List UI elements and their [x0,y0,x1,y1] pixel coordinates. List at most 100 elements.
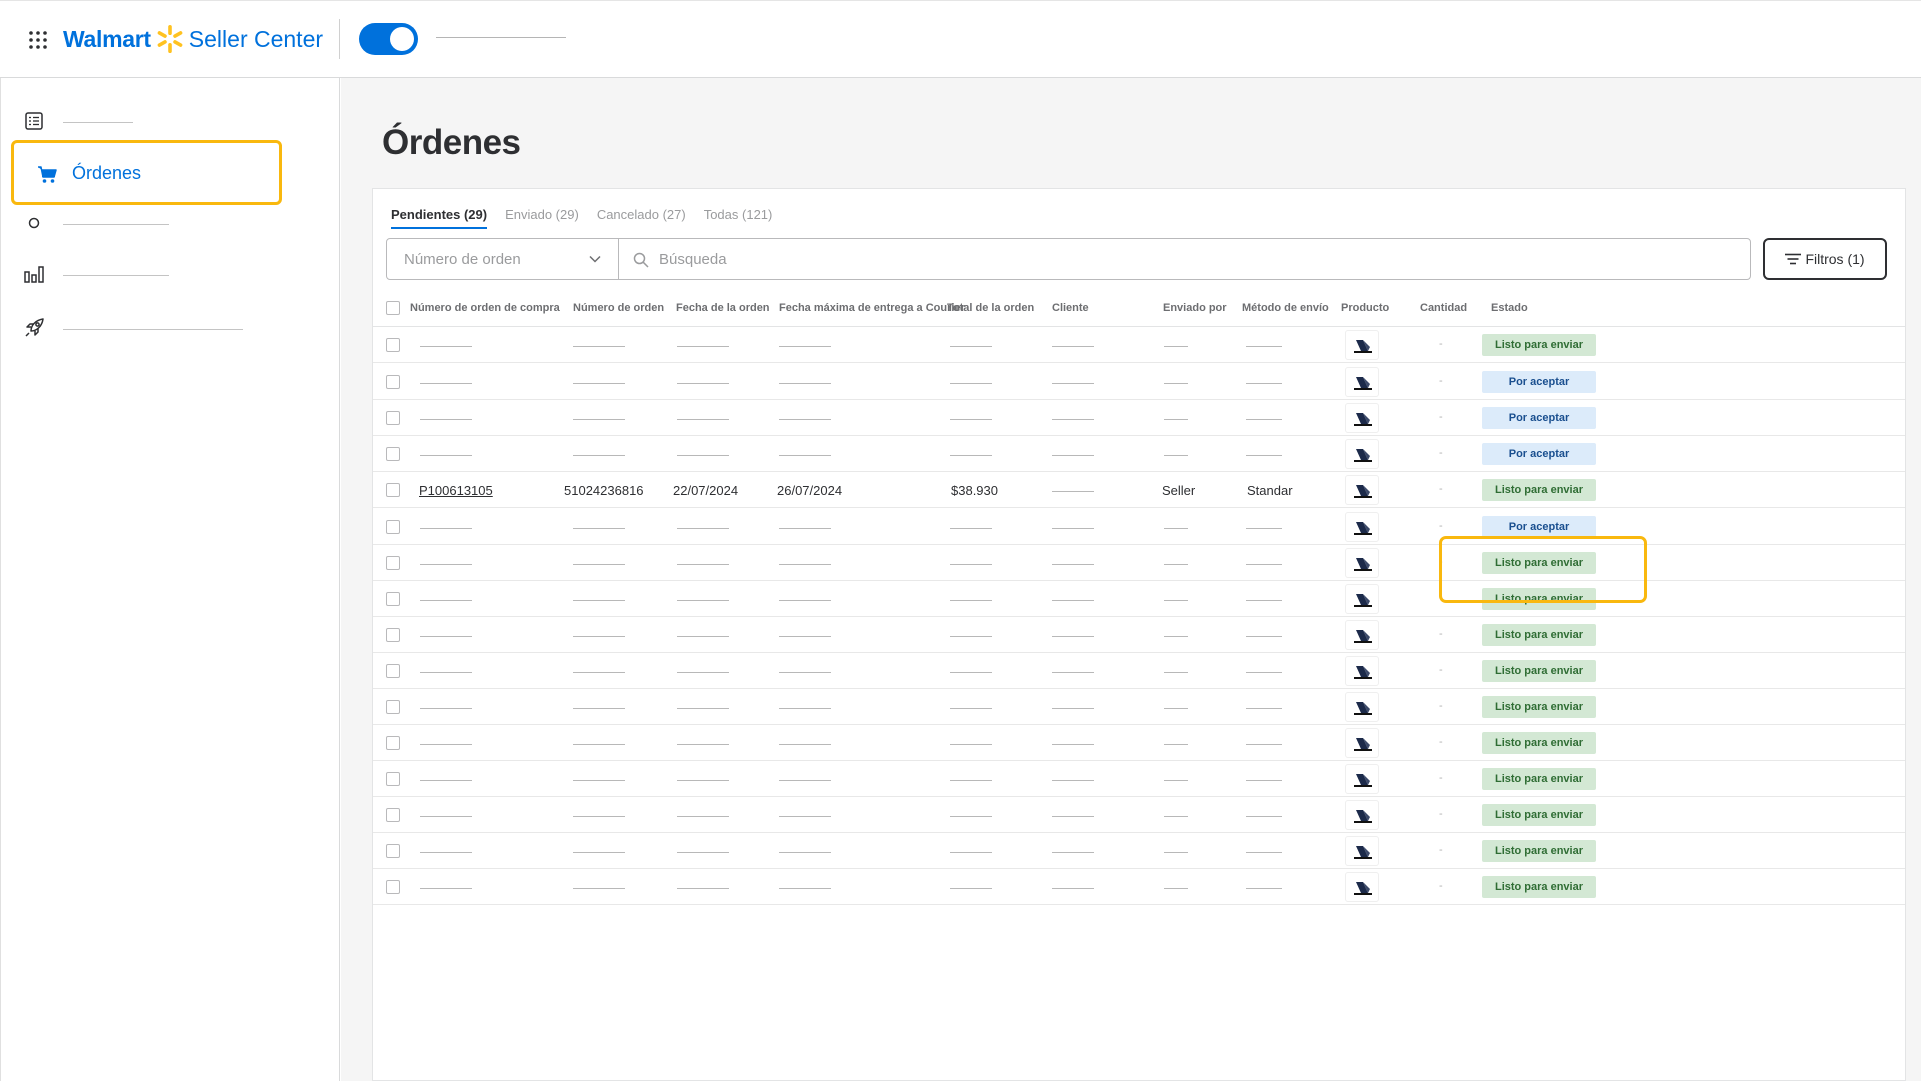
select-all-checkbox[interactable] [386,301,400,315]
sidebar: Órdenes [0,78,340,1081]
tab-enviado[interactable]: Enviado (29) [505,197,579,229]
sidebar-item-growth[interactable] [1,305,341,349]
header-divider [339,19,340,59]
cell-placeholder-line [573,455,625,456]
order-number-cell: 51024236816 [564,483,644,498]
cell-placeholder-line [1246,888,1282,889]
row-checkbox[interactable] [386,375,400,389]
product-thumbnail[interactable] [1345,584,1379,614]
col-header-quantity[interactable]: Cantidad [1420,302,1467,314]
product-thumbnail[interactable] [1345,620,1379,650]
row-checkbox[interactable] [386,592,400,606]
table-row[interactable]: - Listo para enviar [373,689,1905,725]
table-row[interactable]: - Listo para enviar [373,545,1905,581]
table-row[interactable]: - Listo para enviar [373,327,1905,363]
table-row[interactable]: - Listo para enviar [373,797,1905,833]
row-checkbox[interactable] [386,556,400,570]
header-toggle[interactable] [359,23,418,55]
tab-cancelado[interactable]: Cancelado (27) [597,197,686,229]
row-checkbox[interactable] [386,880,400,894]
sidebar-item-circle[interactable] [1,200,341,244]
table-row[interactable]: P100613105 51024236816 22/07/2024 26/07/202… [373,472,1905,508]
cell-placeholder-line [1246,346,1282,347]
table-row[interactable]: - Listo para enviar [373,725,1905,761]
row-checkbox[interactable] [386,664,400,678]
table-row[interactable]: - Listo para enviar [373,581,1905,617]
cell-placeholder-line [573,383,625,384]
product-thumbnail[interactable] [1345,836,1379,866]
row-checkbox[interactable] [386,411,400,425]
col-header-customer[interactable]: Cliente [1052,302,1089,314]
row-checkbox[interactable] [386,772,400,786]
cell-placeholder-line [573,816,625,817]
table-row[interactable]: - Por aceptar [373,400,1905,436]
search-input[interactable] [659,247,1739,271]
cell-placeholder-line [573,600,625,601]
product-thumbnail[interactable] [1345,330,1379,360]
table-row[interactable]: - Listo para enviar [373,761,1905,797]
table-row[interactable]: - Por aceptar [373,364,1905,400]
row-checkbox[interactable] [386,808,400,822]
filters-button[interactable]: Filtros (1) [1763,238,1887,280]
col-header-status[interactable]: Estado [1491,302,1528,314]
order-number-select[interactable]: Número de orden [386,238,619,280]
tab-pendientes[interactable]: Pendientes (29) [391,197,488,229]
chevron-down-icon [589,255,601,263]
order-tabs: Pendientes (29) Enviado (29) Cancelado (… [391,197,790,229]
product-thumbnail[interactable] [1345,475,1379,505]
row-checkbox[interactable] [386,447,400,461]
col-header-shipped-by[interactable]: Enviado por [1163,302,1227,314]
product-thumbnail[interactable] [1345,656,1379,686]
purchase-order-link[interactable]: P100613105 [419,483,493,498]
quantity-cell: - [1439,736,1443,748]
row-checkbox[interactable] [386,628,400,642]
row-checkbox[interactable] [386,736,400,750]
order-date-cell: 22/07/2024 [673,483,739,498]
shipped-by-cell: Seller [1162,483,1196,498]
product-thumbnail[interactable] [1345,800,1379,830]
table-row[interactable]: - Listo para enviar [373,617,1905,653]
row-checkbox[interactable] [386,483,400,497]
col-header-shipping-method[interactable]: Método de envío [1242,302,1329,314]
tab-todas[interactable]: Todas (121) [704,197,773,229]
product-thumbnail[interactable] [1345,512,1379,542]
product-thumbnail[interactable] [1345,872,1379,902]
cell-placeholder-line [677,346,729,347]
cell-placeholder-line [1164,600,1188,601]
cell-placeholder-line [420,455,472,456]
table-row[interactable]: - Por aceptar [373,436,1905,472]
col-header-product[interactable]: Producto [1341,302,1389,314]
row-checkbox[interactable] [386,844,400,858]
sidebar-item-ordenes[interactable]: Órdenes [11,140,282,205]
col-header-max-delivery[interactable]: Fecha máxima de entrega a Courier [779,302,965,314]
table-row[interactable]: - Listo para enviar [373,833,1905,869]
sidebar-item-list[interactable] [1,98,341,142]
sidebar-item-analytics[interactable] [1,251,341,295]
table-row[interactable]: - Listo para enviar [373,869,1905,905]
product-thumbnail[interactable] [1345,692,1379,722]
col-header-total[interactable]: Total de la orden [947,302,1034,314]
product-thumbnail[interactable] [1345,764,1379,794]
max-delivery-cell: 26/07/2024 [777,483,843,498]
col-header-purchase-order[interactable]: Número de orden de compra [410,302,560,314]
quantity-cell: - [1439,556,1443,568]
quantity-cell: - [1439,338,1443,350]
cell-placeholder-line [1052,672,1094,673]
col-header-order-date[interactable]: Fecha de la orden [676,302,770,314]
product-thumbnail[interactable] [1345,548,1379,578]
cell-placeholder-line [1246,383,1282,384]
row-checkbox[interactable] [386,700,400,714]
col-header-order-number[interactable]: Número de orden [573,302,664,314]
walmart-seller-center-logo[interactable]: Walmart Seller Center [63,23,323,55]
table-row[interactable]: - Listo para enviar [373,653,1905,689]
product-thumbnail[interactable] [1345,367,1379,397]
row-checkbox[interactable] [386,338,400,352]
product-thumbnail[interactable] [1345,439,1379,469]
row-checkbox[interactable] [386,520,400,534]
status-badge: Listo para enviar [1482,840,1596,862]
apps-grid-icon[interactable] [28,30,48,50]
product-thumbnail[interactable] [1345,728,1379,758]
table-row[interactable]: - Por aceptar [373,509,1905,545]
cell-placeholder-line [1052,455,1094,456]
product-thumbnail[interactable] [1345,403,1379,433]
